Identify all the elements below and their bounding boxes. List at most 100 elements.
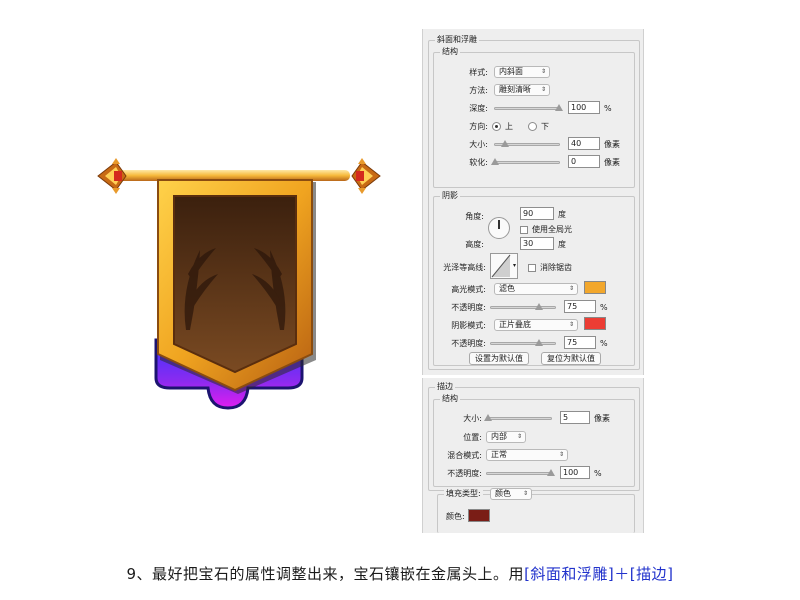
stroke-blend-value: 正常: [491, 450, 507, 459]
structure-title: 结构: [440, 47, 460, 57]
caption-highlight: [斜面和浮雕]＋[描边]: [524, 565, 674, 583]
stroke-title: 描边: [435, 382, 455, 392]
slider-thumb[interactable]: [535, 303, 543, 310]
reset-default-button[interactable]: 复位为默认值: [541, 352, 601, 365]
slider-thumb[interactable]: [555, 104, 563, 111]
slider-thumb[interactable]: [547, 469, 555, 476]
shadow-color-swatch[interactable]: [584, 317, 606, 330]
left-finial: [97, 158, 127, 194]
make-default-label: 设置为默认值: [475, 354, 523, 363]
contour-curve-icon: [491, 254, 511, 278]
depth-label: 深度:: [469, 104, 488, 113]
banner-illustration: [97, 158, 381, 410]
fill-type-label: 填充类型:: [444, 489, 483, 499]
shadow-opacity-input[interactable]: 75: [564, 336, 596, 349]
chevron-icon: ⇕: [568, 285, 574, 292]
shadow-mode-select[interactable]: 正片叠底 ⇕: [494, 319, 578, 331]
soften-slider[interactable]: [491, 158, 560, 165]
direction-up-radio[interactable]: [492, 122, 501, 131]
angle-unit: 度: [558, 210, 566, 219]
reset-default-label: 复位为默认值: [547, 354, 595, 363]
highlight-opacity-value: 75: [567, 302, 578, 311]
stroke-opacity-label: 不透明度:: [447, 469, 482, 478]
soften-input[interactable]: 0: [568, 155, 600, 168]
highlight-mode-label: 高光模式:: [451, 285, 486, 294]
soften-value: 0: [571, 157, 577, 166]
stroke-blend-label: 混合模式:: [447, 451, 482, 460]
angle-input[interactable]: 90: [520, 207, 554, 220]
size-slider[interactable]: [494, 140, 560, 147]
stroke-opacity-input[interactable]: 100: [560, 466, 590, 479]
altitude-input[interactable]: 30: [520, 237, 554, 250]
highlight-mode-select[interactable]: 滤色 ⇕: [494, 283, 578, 295]
stroke-panel: 描边 结构 大小: 5 像素 位置: 内部 ⇕ 混合模式: 正常 ⇕ 不透明度: 1…: [422, 378, 644, 533]
stroke-structure-title: 结构: [440, 394, 460, 404]
stroke-opacity-slider[interactable]: [486, 469, 555, 476]
highlight-opacity-slider[interactable]: [490, 303, 556, 310]
stroke-size-unit: 像素: [594, 414, 610, 423]
stroke-color-swatch[interactable]: [468, 509, 490, 522]
technique-select[interactable]: 雕刻清晰 ⇕: [494, 84, 550, 96]
highlight-opacity-input[interactable]: 75: [564, 300, 596, 313]
stroke-position-select[interactable]: 内部 ⇕: [486, 431, 526, 443]
technique-label: 方法:: [469, 86, 488, 95]
highlight-color-swatch[interactable]: [584, 281, 606, 294]
soften-unit: 像素: [604, 158, 620, 167]
stroke-group: 描边 结构 大小: 5 像素 位置: 内部 ⇕ 混合模式: 正常 ⇕ 不透明度: 1…: [428, 382, 640, 491]
bevel-emboss-panel: 斜面和浮雕 结构 样式: 内斜面 ⇕ 方法: 雕刻清晰 ⇕ 深度: 100 % 方向…: [422, 29, 644, 375]
bevel-title: 斜面和浮雕: [435, 35, 479, 45]
global-light-checkbox[interactable]: [520, 226, 528, 234]
chevron-icon: ⇕: [568, 321, 574, 328]
size-unit: 像素: [604, 140, 620, 149]
chevron-icon: ⇕: [540, 68, 546, 75]
slider-thumb[interactable]: [491, 158, 499, 165]
stroke-blend-select[interactable]: 正常 ⇕: [486, 449, 568, 461]
chevron-icon: ⇕: [516, 433, 522, 440]
stroke-size-value: 5: [563, 413, 569, 422]
angle-label: 角度:: [465, 212, 484, 221]
fill-type-select[interactable]: 颜色 ⇕: [490, 488, 532, 500]
shadow-opacity-unit: %: [600, 339, 608, 348]
stroke-size-input[interactable]: 5: [560, 411, 590, 424]
stroke-color-label: 颜色:: [446, 512, 465, 521]
slider-thumb[interactable]: [484, 414, 493, 421]
stroke-size-slider[interactable]: [484, 414, 552, 421]
direction-up-label: 上: [505, 122, 513, 131]
style-value: 内斜面: [499, 67, 523, 76]
gloss-contour-picker[interactable]: ▾: [490, 253, 518, 279]
shadow-opacity-slider[interactable]: [490, 339, 556, 346]
style-select[interactable]: 内斜面 ⇕: [494, 66, 550, 78]
depth-input[interactable]: 100: [568, 101, 600, 114]
altitude-value: 30: [523, 239, 534, 248]
style-label: 样式:: [469, 68, 488, 77]
direction-label: 方向:: [469, 122, 488, 131]
antialias-checkbox[interactable]: [528, 264, 536, 272]
shadow-opacity-value: 75: [567, 338, 578, 347]
shadow-opacity-label: 不透明度:: [451, 339, 486, 348]
highlight-opacity-label: 不透明度:: [451, 303, 486, 312]
altitude-label: 高度:: [465, 240, 484, 249]
altitude-unit: 度: [558, 240, 566, 249]
stroke-position-value: 内部: [491, 432, 507, 441]
chevron-icon: ⇕: [558, 451, 564, 458]
angle-dial[interactable]: [488, 217, 510, 239]
highlight-mode-value: 滤色: [499, 284, 515, 293]
global-light-label: 使用全局光: [532, 225, 572, 234]
make-default-button[interactable]: 设置为默认值: [469, 352, 529, 365]
shading-title: 阴影: [440, 191, 460, 201]
size-input[interactable]: 40: [568, 137, 600, 150]
fill-type-value: 颜色: [495, 489, 511, 498]
stroke-structure-group: 结构 大小: 5 像素 位置: 内部 ⇕ 混合模式: 正常 ⇕ 不透明度: 100 …: [433, 394, 635, 487]
bevel-structure-group: 结构 样式: 内斜面 ⇕ 方法: 雕刻清晰 ⇕ 深度: 100 % 方向: 上 下 …: [433, 47, 635, 188]
shading-group: 阴影 角度: 90 度 使用全局光 高度: 30 度 光泽等高线: ▾ 消除锯齿…: [433, 191, 635, 366]
stroke-opacity-unit: %: [594, 469, 602, 478]
depth-slider[interactable]: [494, 104, 563, 111]
depth-unit: %: [604, 104, 612, 113]
stroke-opacity-value: 100: [563, 468, 579, 477]
slider-thumb[interactable]: [501, 140, 510, 147]
size-value: 40: [571, 139, 582, 148]
chevron-icon: ⇕: [540, 86, 546, 93]
direction-down-radio[interactable]: [528, 122, 537, 131]
slider-thumb[interactable]: [535, 339, 543, 346]
gloss-contour-label: 光泽等高线:: [443, 263, 486, 272]
